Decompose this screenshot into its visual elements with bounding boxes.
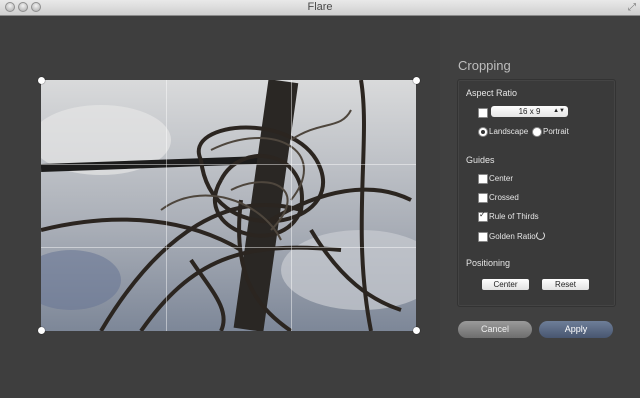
center-button[interactable]: Center (482, 279, 529, 290)
portrait-label: Portrait (543, 127, 569, 136)
aspect-ratio-checkbox[interactable] (478, 108, 488, 118)
chevron-updown-icon: ▲▼ (553, 108, 565, 114)
thirds-horizontal-line-2 (41, 247, 416, 248)
crop-image[interactable] (41, 80, 416, 331)
crop-handle-bottom-left[interactable] (38, 327, 45, 334)
portrait-radio[interactable] (532, 127, 542, 137)
rule-of-thirds-checkbox[interactable] (478, 210, 488, 222)
golden-ratio-label: Golden Ratio (489, 232, 536, 241)
window-title: Flare (307, 1, 333, 13)
center-guide-label: Center (489, 174, 514, 183)
rotate-icon[interactable] (536, 231, 545, 240)
thirds-vertical-line-2 (291, 80, 292, 331)
guides-heading: Guides (466, 155, 495, 165)
apply-button[interactable]: Apply (539, 321, 613, 338)
crop-handle-bottom-right[interactable] (413, 327, 420, 334)
crossed-guide-checkbox[interactable] (478, 193, 488, 203)
fullscreen-icon[interactable]: ⤢ (628, 2, 636, 13)
positioning-heading: Positioning (466, 258, 511, 268)
panel-title: Cropping (458, 58, 511, 73)
crossed-guide-label: Crossed (489, 193, 519, 202)
thirds-vertical-line-1 (166, 80, 167, 331)
crop-handle-top-left[interactable] (38, 77, 45, 84)
cancel-button[interactable]: Cancel (458, 321, 532, 338)
aspect-ratio-select[interactable]: 16 x 9 ▲▼ (491, 106, 568, 117)
title-bar: Flare ⤢ (0, 0, 640, 16)
landscape-radio[interactable] (478, 127, 488, 137)
golden-ratio-checkbox[interactable] (478, 232, 488, 242)
crop-handle-top-right[interactable] (413, 77, 420, 84)
landscape-label: Landscape (489, 127, 529, 136)
reset-button[interactable]: Reset (542, 279, 589, 290)
center-guide-checkbox[interactable] (478, 174, 488, 184)
aspect-ratio-heading: Aspect Ratio (466, 88, 518, 98)
rule-of-thirds-label: Rule of Thirds (489, 212, 539, 221)
aspect-ratio-value: 16 x 9 (518, 107, 541, 116)
thirds-horizontal-line-1 (41, 164, 416, 165)
app-window: Flare ⤢ Cropping Aspect Ratio 16 x 9 ▲▼ … (0, 0, 640, 398)
photo-illustration (41, 80, 416, 331)
